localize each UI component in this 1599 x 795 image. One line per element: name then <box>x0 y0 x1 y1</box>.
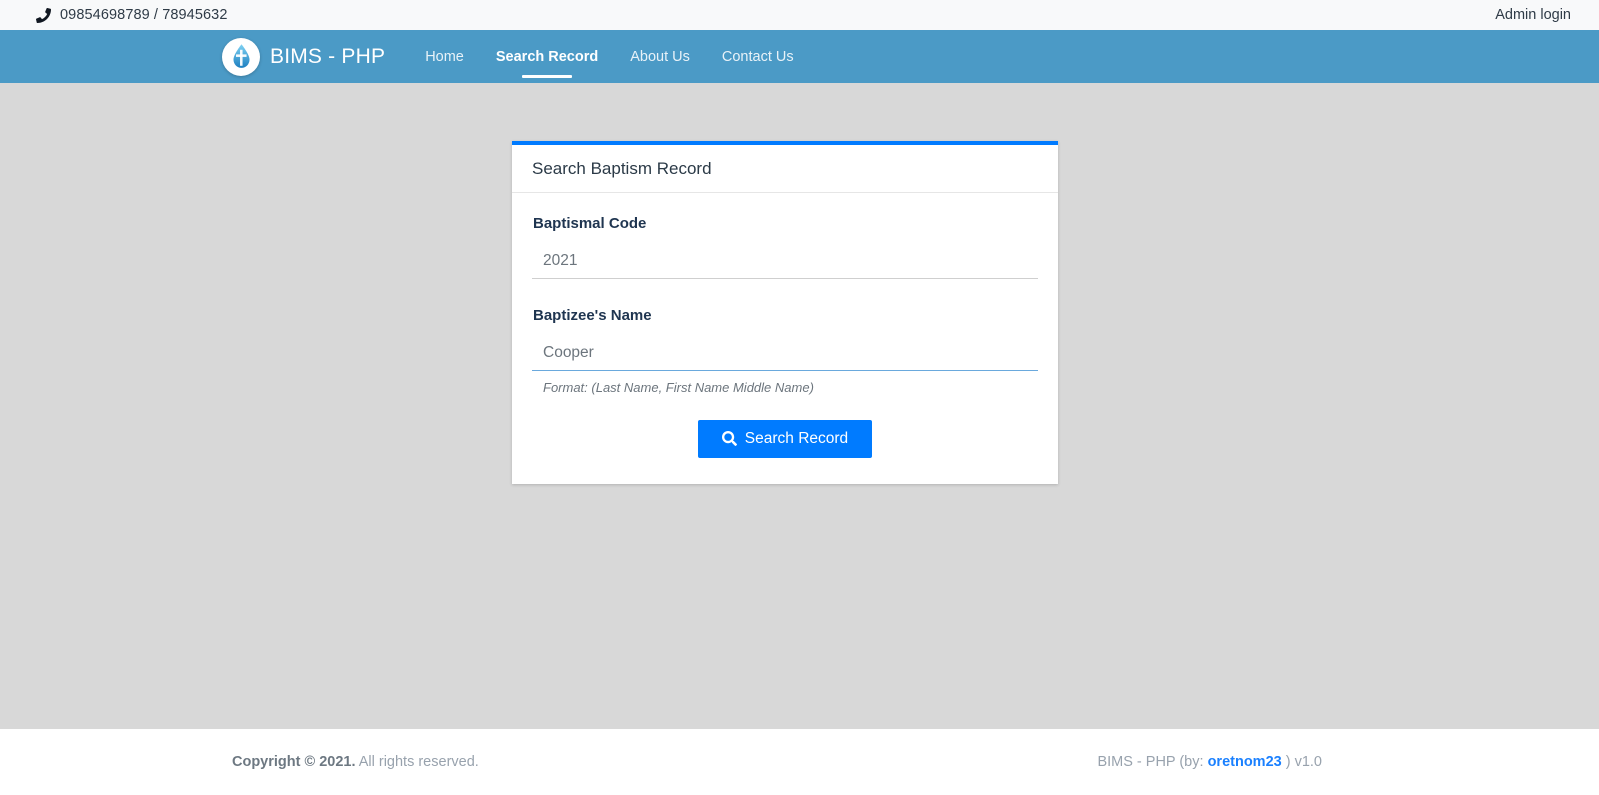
card-title: Search Baptism Record <box>512 145 1058 193</box>
field-spacer <box>532 285 1038 307</box>
nav-link-about-us[interactable]: About Us <box>614 43 706 71</box>
admin-login-link[interactable]: Admin login <box>1495 7 1571 23</box>
nav-link-search-record[interactable]: Search Record <box>480 43 614 71</box>
search-icon <box>721 431 737 447</box>
baptismal-code-input[interactable] <box>532 248 1038 279</box>
page-footer: Copyright © 2021. All rights reserved. B… <box>0 729 1599 795</box>
brand-text: BIMS - PHP <box>270 44 386 68</box>
baptizee-name-format-hint: Format: (Last Name, First Name Middle Na… <box>543 380 814 395</box>
search-record-button-label: Search Record <box>744 430 849 447</box>
topbar: 09854698789 / 78945632 Admin login <box>0 0 1599 30</box>
nav-link-home[interactable]: Home <box>409 43 480 71</box>
nav-links: Home Search Record About Us Contact Us <box>409 43 809 71</box>
footer-credit: BIMS - PHP (by: oretnom23 ) v1.0 <box>1097 754 1567 770</box>
main-content: Search Baptism Record Baptismal Code Bap… <box>0 83 1599 729</box>
nav-item-about-us: About Us <box>614 43 706 71</box>
field-group-baptismal-code: Baptismal Code <box>532 215 1038 279</box>
nav-item-home: Home <box>409 43 480 71</box>
footer-copyright: Copyright © 2021. All rights reserved. <box>232 754 479 770</box>
label-baptismal-code: Baptismal Code <box>533 215 647 232</box>
baptism-droplet-cross-icon <box>222 37 260 76</box>
submit-row: Search Record <box>532 420 1038 458</box>
card-body: Baptismal Code Baptizee's Name Format: (… <box>512 193 1058 484</box>
phone-icon <box>36 7 51 23</box>
footer-credit-prefix: BIMS - PHP (by: <box>1097 754 1208 770</box>
footer-credit-suffix: ) v1.0 <box>1281 754 1322 770</box>
nav-item-contact-us: Contact Us <box>706 43 810 71</box>
brand-link[interactable]: BIMS - PHP <box>222 37 386 76</box>
search-baptism-record-card: Search Baptism Record Baptismal Code Bap… <box>512 141 1058 484</box>
field-group-baptizee-name: Baptizee's Name Format: (Last Name, Firs… <box>532 307 1038 395</box>
baptizee-name-input[interactable] <box>532 340 1038 371</box>
search-record-button[interactable]: Search Record <box>697 420 873 458</box>
phone-number: 09854698789 / 78945632 <box>60 7 228 23</box>
footer-credit-link[interactable]: oretnom23 <box>1208 754 1282 770</box>
footer-copyright-rest: All rights reserved. <box>355 754 479 770</box>
nav-item-search-record: Search Record <box>480 43 614 71</box>
topbar-contact: 09854698789 / 78945632 <box>36 7 228 23</box>
navbar-inner: BIMS - PHP Home Search Record About Us C… <box>222 37 810 76</box>
main-navbar: BIMS - PHP Home Search Record About Us C… <box>0 30 1599 83</box>
footer-copyright-bold: Copyright © 2021. <box>232 754 356 770</box>
label-baptizee-name: Baptizee's Name <box>533 307 652 324</box>
nav-link-contact-us[interactable]: Contact Us <box>706 43 810 71</box>
